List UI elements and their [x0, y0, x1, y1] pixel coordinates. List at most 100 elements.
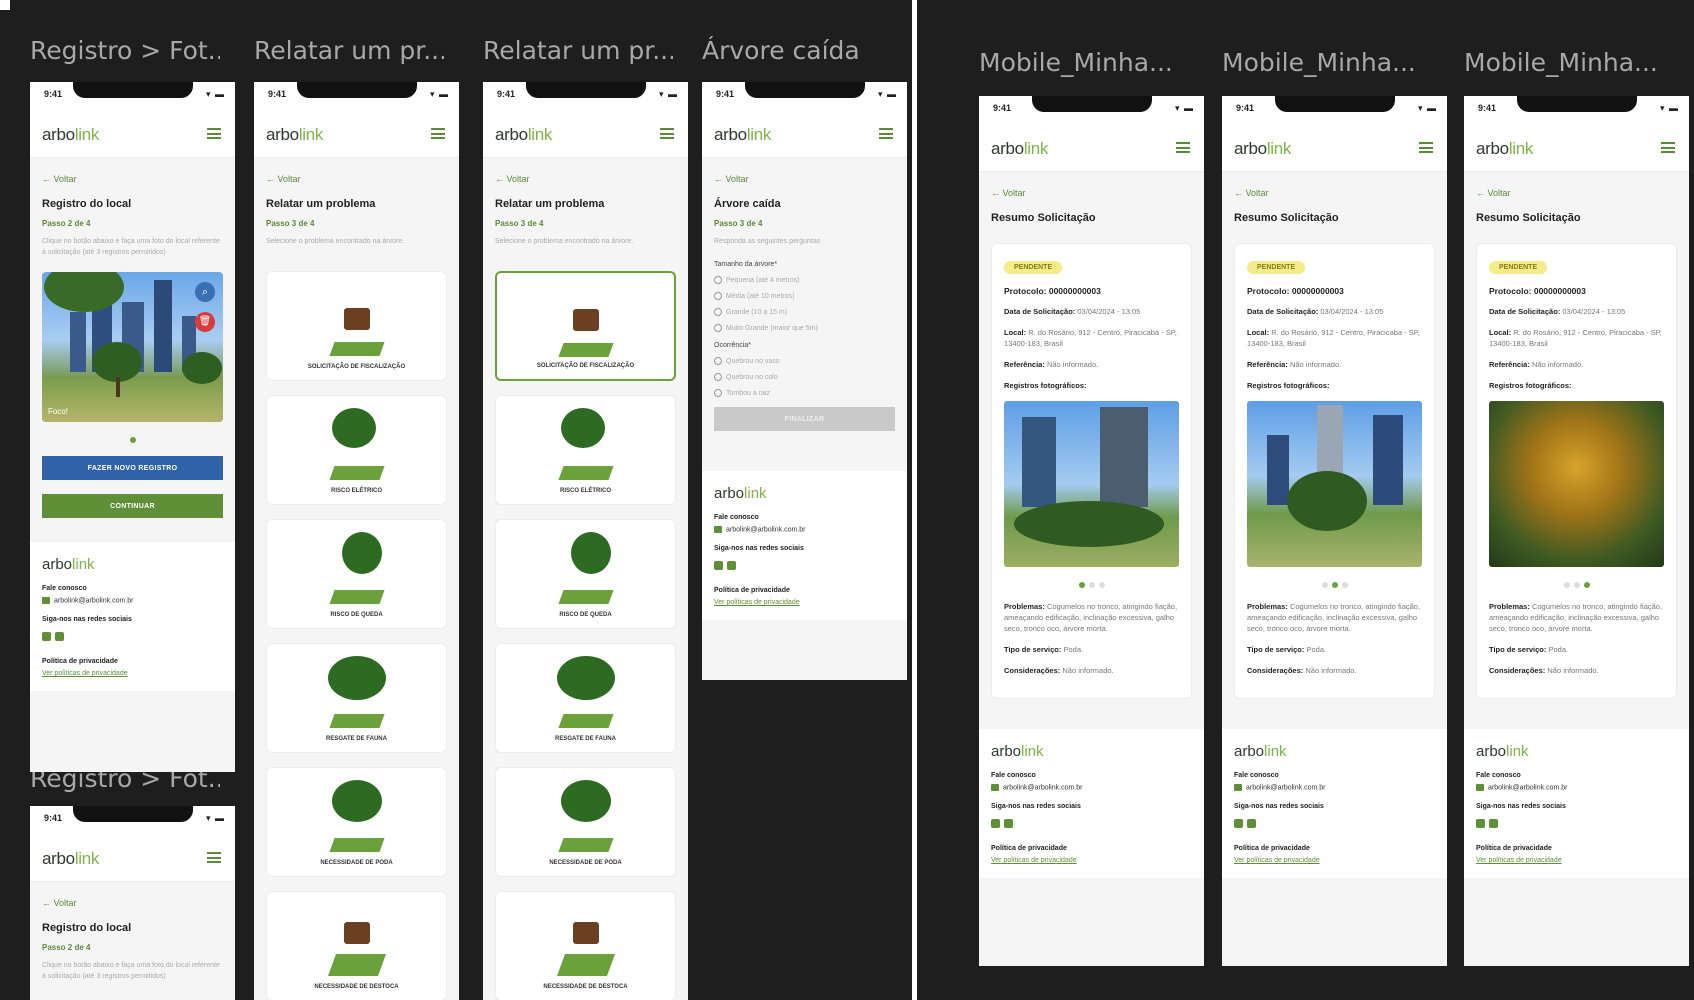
instagram-icon[interactable]: [55, 632, 64, 642]
delete-icon[interactable]: 🗑: [195, 312, 215, 332]
facebook-icon[interactable]: [42, 632, 51, 642]
size-option[interactable]: Muito Grande (maior que 5m): [714, 324, 895, 332]
card-necessidade-destoca[interactable]: NECESSIDADE DE DESTOCA: [495, 891, 676, 1000]
contact-email[interactable]: arbolink@arbolink.com.br: [1234, 784, 1435, 791]
carousel-dot[interactable]: [1078, 582, 1085, 588]
card-necessidade-poda[interactable]: NECESSIDADE DE PODA: [495, 767, 676, 877]
facebook-icon[interactable]: [1476, 819, 1485, 829]
menu-icon[interactable]: [431, 128, 445, 139]
back-link[interactable]: ← Voltar: [42, 898, 223, 908]
frame-title-problema-2[interactable]: Relatar um pr...: [483, 36, 673, 65]
instagram-icon[interactable]: [1247, 819, 1256, 829]
finish-button[interactable]: FINALIZAR: [714, 407, 895, 431]
status-time: 9:41: [1478, 103, 1497, 113]
mail-icon: [1476, 784, 1484, 791]
carousel-dot[interactable]: [1583, 582, 1590, 588]
footer-logo: arbolink: [991, 743, 1044, 760]
facebook-icon[interactable]: [714, 561, 723, 571]
card-resgate-fauna[interactable]: RESGATE DE FAUNA: [495, 643, 676, 753]
card-risco-eletrico[interactable]: RISCO ELÉTRICO: [495, 395, 676, 505]
privacy-link[interactable]: Ver políticas de privacidade: [1476, 857, 1677, 864]
logo[interactable]: arbolink: [1476, 139, 1533, 159]
frame-title-problema-1[interactable]: Relatar um pr...: [254, 36, 444, 65]
logo[interactable]: arbolink: [266, 125, 323, 145]
occurrence-option[interactable]: Quebrou no colo: [714, 373, 895, 381]
instagram-icon[interactable]: [727, 561, 736, 571]
step-indicator: Passo 3 de 4: [495, 219, 544, 228]
occurrence-option[interactable]: Quebrou no vaso: [714, 357, 895, 365]
facebook-icon[interactable]: [991, 819, 1000, 829]
summary-photo[interactable]: [1247, 401, 1422, 567]
carousel-dot[interactable]: [1088, 582, 1095, 588]
frame-title-resumo-2[interactable]: Mobile_Minha...: [1222, 48, 1442, 77]
occurrence-option[interactable]: Tombou a raiz: [714, 389, 895, 397]
facebook-icon[interactable]: [1234, 819, 1243, 829]
menu-icon[interactable]: [207, 852, 221, 863]
footer: arbolink Fale conosco arbolink@arbolink.…: [979, 729, 1204, 879]
privacy-link[interactable]: Ver políticas de privacidade: [991, 857, 1192, 864]
logo[interactable]: arbolink: [495, 125, 552, 145]
card-resgate-fauna[interactable]: RESGATE DE FAUNA: [266, 643, 447, 753]
contact-email[interactable]: arbolink@arbolink.com.br: [1476, 784, 1677, 791]
carousel-dot[interactable]: [1573, 582, 1580, 588]
logo[interactable]: arbolink: [1234, 139, 1291, 159]
back-link[interactable]: ← Voltar: [714, 174, 895, 184]
back-link[interactable]: ← Voltar: [42, 174, 223, 184]
frame-title-resumo-3[interactable]: Mobile_Minha...: [1464, 48, 1684, 77]
card-fiscalizacao-selected[interactable]: SOLICITAÇÃO DE FISCALIZAÇÃO: [495, 271, 676, 381]
back-link[interactable]: ← Voltar: [1234, 188, 1435, 198]
back-link[interactable]: ← Voltar: [495, 174, 676, 184]
page-title: Registro do local: [42, 198, 132, 210]
privacy-link[interactable]: Ver políticas de privacidade: [1234, 857, 1435, 864]
logo[interactable]: arbolink: [42, 125, 99, 145]
contact-email[interactable]: arbolink@arbolink.com.br: [991, 784, 1192, 791]
menu-icon[interactable]: [207, 128, 221, 139]
carousel-dot[interactable]: [129, 437, 136, 443]
privacy-link[interactable]: Ver políticas de privacidade: [42, 670, 223, 677]
carousel-dot[interactable]: [1321, 582, 1328, 588]
phone-resumo-2: 9:41 ▾ ▬ arbolink ← Voltar Resumo Solicita…: [1222, 96, 1447, 966]
menu-icon[interactable]: [879, 128, 893, 139]
carousel-dot[interactable]: [1341, 582, 1348, 588]
frame-title-registro[interactable]: Registro > Fot...: [30, 36, 220, 65]
logo[interactable]: arbolink: [991, 139, 1048, 159]
menu-icon[interactable]: [1176, 142, 1190, 153]
instagram-icon[interactable]: [1489, 819, 1498, 829]
size-option[interactable]: Grande (10 a 15 m): [714, 308, 895, 316]
contact-email[interactable]: arbolink@arbolink.com.br: [42, 597, 223, 604]
design-canvas-left: Registro > Fot... Relatar um pr... Relat…: [10, 0, 912, 1000]
carousel-dot[interactable]: [1098, 582, 1105, 588]
back-link[interactable]: ← Voltar: [266, 174, 447, 184]
date-line: Data de Solicitação: 03/04/2024 - 13:05: [1247, 307, 1384, 316]
new-record-button[interactable]: FAZER NOVO REGISTRO: [42, 456, 223, 480]
zoom-icon[interactable]: ⌕: [195, 282, 215, 302]
continue-button[interactable]: CONTINUAR: [42, 494, 223, 518]
carousel-dot[interactable]: [1563, 582, 1570, 588]
card-risco-queda[interactable]: RISCO DE QUEDA: [495, 519, 676, 629]
card-fiscalizacao[interactable]: SOLICITAÇÃO DE FISCALIZAÇÃO: [266, 271, 447, 381]
summary-photo[interactable]: [1004, 401, 1179, 567]
privacy-link[interactable]: Ver políticas de privacidade: [714, 599, 895, 606]
back-link[interactable]: ← Voltar: [1476, 188, 1677, 198]
menu-icon[interactable]: [1661, 142, 1675, 153]
logo[interactable]: arbolink: [714, 125, 771, 145]
summary-photo[interactable]: [1489, 401, 1664, 567]
menu-icon[interactable]: [660, 128, 674, 139]
app-bar: arbolink: [30, 112, 235, 158]
contact-email[interactable]: arbolink@arbolink.com.br: [714, 526, 895, 533]
card-necessidade-poda[interactable]: NECESSIDADE DE PODA: [266, 767, 447, 877]
instagram-icon[interactable]: [1004, 819, 1013, 829]
back-link[interactable]: ← Voltar: [991, 188, 1192, 198]
frame-title-arvore[interactable]: Árvore caída: [702, 36, 902, 65]
size-option[interactable]: Pequena (até 4 metros): [714, 276, 895, 284]
logo[interactable]: arbolink: [42, 849, 99, 869]
status-time: 9:41: [268, 89, 287, 99]
menu-icon[interactable]: [1419, 142, 1433, 153]
photo-preview[interactable]: ⌕ 🗑 Foco!: [42, 272, 223, 422]
carousel-dot[interactable]: [1331, 582, 1338, 588]
size-option[interactable]: Média (até 10 metros): [714, 292, 895, 300]
card-risco-eletrico[interactable]: RISCO ELÉTRICO: [266, 395, 447, 505]
frame-title-resumo-1[interactable]: Mobile_Minha...: [979, 48, 1199, 77]
card-risco-queda[interactable]: RISCO DE QUEDA: [266, 519, 447, 629]
card-necessidade-destoca[interactable]: NECESSIDADE DE DESTOCA: [266, 891, 447, 1000]
